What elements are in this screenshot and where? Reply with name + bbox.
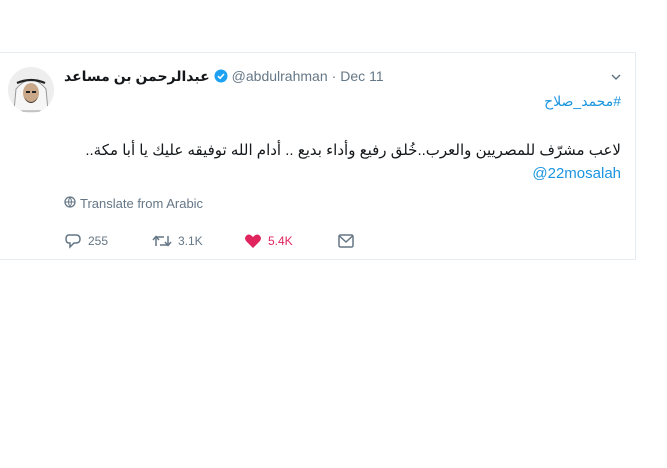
avatar[interactable]: [8, 67, 54, 113]
hashtag-link[interactable]: #محمد_صلاح: [544, 93, 621, 110]
avatar-image: [8, 67, 54, 113]
retweet-count: 3.1K: [178, 234, 203, 248]
translate-label: Translate from Arabic: [80, 196, 204, 211]
translate-link[interactable]: Translate from Arabic: [64, 196, 203, 211]
retweet-icon: [152, 233, 172, 249]
mention-link[interactable]: @22mosalah: [532, 165, 621, 182]
display-name[interactable]: عبدالرحمن بن مساعد: [64, 68, 210, 85]
like-button[interactable]: 5.4K: [244, 233, 338, 249]
reply-count: 255: [88, 234, 109, 248]
tweet-date[interactable]: Dec 11: [340, 68, 383, 84]
like-count: 5.4K: [268, 234, 293, 248]
reply-icon: [64, 233, 82, 249]
separator-dot: ·: [331, 68, 337, 84]
reply-button[interactable]: 255: [64, 233, 152, 249]
verified-badge-icon: [214, 69, 228, 83]
user-handle[interactable]: @abdulrahman: [232, 68, 328, 84]
chevron-down-icon[interactable]: [611, 69, 621, 81]
tweet-text: لاعب مشرّف للمصريين والعرب..خُلق رفيع وأ…: [85, 142, 621, 159]
direct-message-button[interactable]: [338, 234, 354, 248]
globe-icon: [64, 196, 76, 211]
tweet-actions: 255 3.1K 5.4K: [64, 231, 354, 251]
direct-message-icon: [338, 234, 354, 248]
tweet-card[interactable]: عبدالرحمن بن مساعد @abdulrahman · Dec 11…: [0, 52, 636, 260]
retweet-button[interactable]: 3.1K: [152, 233, 244, 249]
heart-icon: [244, 233, 262, 249]
tweet-header: عبدالرحمن بن مساعد @abdulrahman · Dec 11: [64, 65, 384, 87]
